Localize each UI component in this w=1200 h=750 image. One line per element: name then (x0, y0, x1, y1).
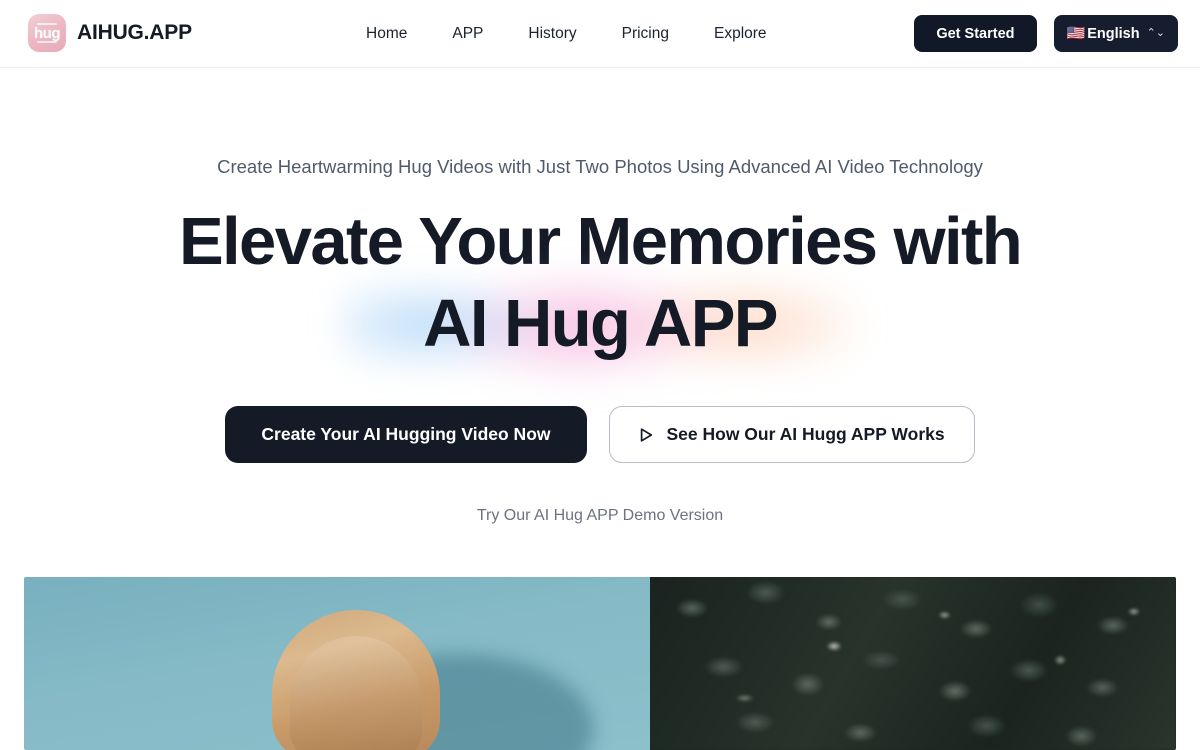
showcase-media (24, 577, 1176, 750)
logo-text: hug (34, 24, 61, 42)
showcase-panel-right (650, 577, 1176, 750)
hero-section: Create Heartwarming Hug Videos with Just… (0, 68, 1200, 525)
header-actions: Get Started 🇺🇸 English ⌃⌄ (914, 15, 1178, 52)
hero-title-line-2: AI Hug APP (423, 285, 778, 361)
hero-title: Elevate Your Memories with AI Hug APP (0, 203, 1200, 385)
language-label: English (1087, 25, 1140, 42)
hug-logo-icon: hug (28, 14, 66, 52)
hero-title-line-2-wrap: AI Hug APP (341, 264, 859, 385)
logo-bar-bottom (37, 41, 57, 43)
hero-subtitle: Create Heartwarming Hug Videos with Just… (217, 156, 983, 177)
create-video-button[interactable]: Create Your AI Hugging Video Now (225, 406, 587, 464)
nav-item-home[interactable]: Home (366, 25, 407, 43)
showcase-panel-left (24, 577, 650, 750)
demo-version-link[interactable]: Try Our AI Hug APP Demo Version (477, 507, 723, 525)
main-nav: Home APP History Pricing Explore (366, 0, 767, 68)
nav-item-explore[interactable]: Explore (714, 25, 767, 43)
brand[interactable]: hug AIHUG.APP (28, 14, 192, 52)
chevron-updown-icon: ⌃⌄ (1146, 27, 1165, 39)
page-root: hug AIHUG.APP Home APP History Pricing E… (0, 0, 1200, 750)
nav-item-app[interactable]: APP (452, 25, 483, 43)
play-icon (640, 428, 652, 442)
nav-item-history[interactable]: History (528, 25, 576, 43)
nav-item-pricing[interactable]: Pricing (622, 25, 669, 43)
get-started-button[interactable]: Get Started (914, 15, 1037, 52)
hero-cta-group: Create Your AI Hugging Video Now See How… (0, 406, 1200, 464)
portrait-blonde-hair (272, 610, 440, 750)
see-how-it-works-label: See How Our AI Hugg APP Works (666, 424, 945, 445)
brand-name: AIHUG.APP (77, 21, 192, 44)
logo-bar-top (37, 23, 57, 25)
language-selector[interactable]: 🇺🇸 English ⌃⌄ (1053, 15, 1178, 52)
site-header: hug AIHUG.APP Home APP History Pricing E… (0, 0, 1200, 68)
hero-title-line-1: Elevate Your Memories with (178, 203, 1023, 279)
us-flag-icon: 🇺🇸 (1066, 25, 1086, 42)
see-how-it-works-button[interactable]: See How Our AI Hugg APP Works (608, 406, 975, 464)
ivy-highlights (650, 577, 1176, 750)
